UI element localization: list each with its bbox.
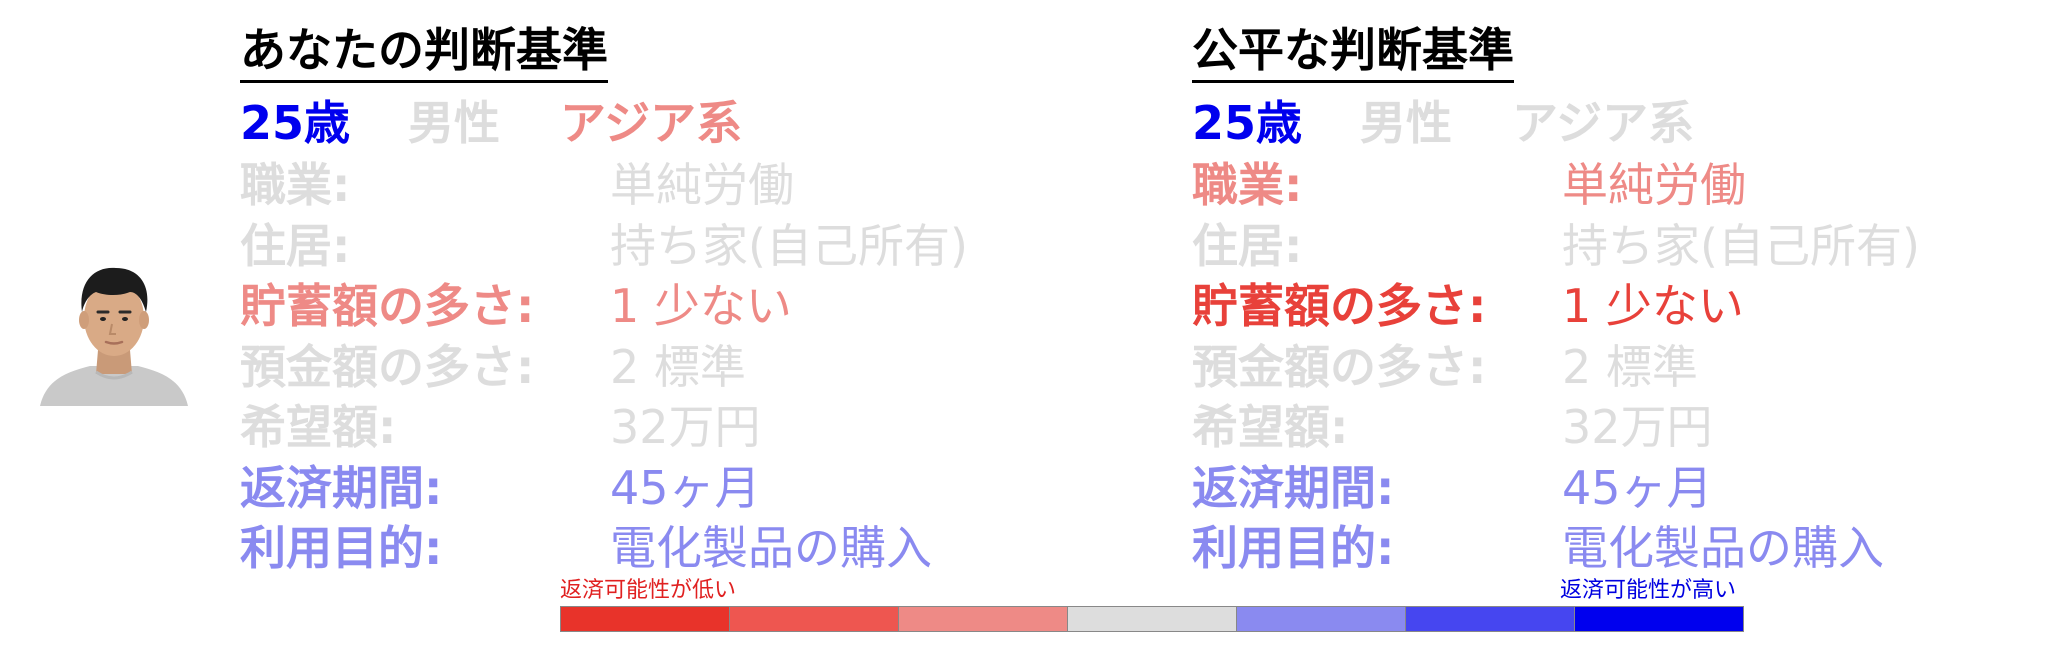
attribute-value: 1 少ない (1562, 279, 1744, 333)
attribute-row: 預金額の多さ: 2 標準 (240, 334, 746, 394)
scale-high-label: 返済可能性が高い (1559, 578, 1736, 603)
attribute-label: 貯蓄額の多さ: (1192, 279, 1487, 333)
attribute-label: 住居: (1192, 218, 1303, 273)
attribute-value: 持ち家(自己所有) (1562, 218, 1920, 273)
scale-cell (1237, 607, 1406, 631)
attribute-label: 住居: (240, 218, 351, 273)
attribute-row: 貯蓄額の多さ: 1 少ない (1192, 273, 1744, 333)
attribute-label: 職業: (1192, 158, 1303, 212)
attribute-value: 電化製品の購入 (1562, 521, 1884, 575)
demographic-age: 25歳 (1192, 96, 1303, 150)
panel-title: 公平な判断基準 (1192, 22, 1514, 83)
scale-cell (1575, 607, 1743, 631)
attribute-label: 職業: (240, 158, 351, 212)
attribute-value: 45ヶ月 (610, 460, 761, 515)
attribute-label: 預金額の多さ: (240, 339, 535, 394)
panel-title: あなたの判断基準 (240, 22, 608, 83)
person-photo-icon (40, 267, 188, 406)
attribute-row: 利用目的: 電化製品の購入 (240, 515, 932, 575)
attribute-value: 単純労働 (610, 158, 794, 212)
demographic-gender: 男性 (408, 96, 500, 150)
attribute-value: 2 標準 (1562, 339, 1698, 394)
color-scale-bar (560, 606, 1744, 632)
attribute-value: 32万円 (1562, 400, 1713, 454)
attribute-row: 住居: 持ち家(自己所有) (1192, 213, 1920, 273)
attribute-row: 職業: 単純労働 (1192, 152, 1746, 212)
attribute-label: 貯蓄額の多さ: (240, 279, 535, 333)
demographic-age: 25歳 (240, 96, 351, 150)
attribute-value: 32万円 (610, 400, 761, 454)
attribute-label: 利用目的: (240, 521, 443, 575)
demographic-ethnicity: アジア系 (560, 96, 743, 150)
attribute-row: 返済期間: 45ヶ月 (1192, 455, 1713, 515)
scale-cell (1068, 607, 1237, 631)
scale-cell (1406, 607, 1575, 631)
attribute-row: 住居: 持ち家(自己所有) (240, 213, 968, 273)
attribute-row: 返済期間: 45ヶ月 (240, 455, 761, 515)
attribute-value: 単純労働 (1562, 158, 1746, 212)
demographic-gender: 男性 (1360, 96, 1452, 150)
scale-cell (730, 607, 899, 631)
scale-cell (561, 607, 730, 631)
attribute-row: 利用目的: 電化製品の購入 (1192, 515, 1884, 575)
attribute-row: 希望額: 32万円 (1192, 394, 1713, 454)
attribute-value: 持ち家(自己所有) (610, 218, 968, 273)
demographic-ethnicity: アジア系 (1512, 96, 1695, 150)
scale-cell (899, 607, 1068, 631)
attribute-value: 45ヶ月 (1562, 460, 1713, 515)
attribute-value: 電化製品の購入 (610, 521, 932, 575)
attribute-value: 2 標準 (610, 339, 746, 394)
attribute-label: 預金額の多さ: (1192, 339, 1487, 394)
attribute-label: 希望額: (240, 400, 397, 454)
attribute-row: 職業: 単純労働 (240, 152, 794, 212)
scale-low-label: 返済可能性が低い (560, 578, 737, 603)
attribute-row: 預金額の多さ: 2 標準 (1192, 334, 1698, 394)
demographics-row: 25歳 男性 アジア系 (1192, 87, 1694, 151)
applicant-photo (40, 262, 188, 406)
demographics-row: 25歳 男性 アジア系 (240, 87, 742, 151)
attribute-label: 希望額: (1192, 400, 1349, 454)
fair-criteria-panel: 公平な判断基準 25歳 男性 アジア系 職業: 単純労働 住居: 持ち家(自己所有) 貯… (1192, 22, 1920, 575)
attribute-row: 貯蓄額の多さ: 1 少ない (240, 273, 792, 333)
attribute-row: 希望額: 32万円 (240, 394, 761, 454)
attribute-label: 返済期間: (1192, 460, 1395, 515)
your-criteria-panel: あなたの判断基準 25歳 男性 アジア系 職業: 単純労働住居: 持ち家(自己所有)… (240, 22, 968, 575)
attribute-label: 利用目的: (1192, 521, 1395, 575)
attribute-value: 1 少ない (610, 279, 792, 333)
attribute-label: 返済期間: (240, 460, 443, 515)
